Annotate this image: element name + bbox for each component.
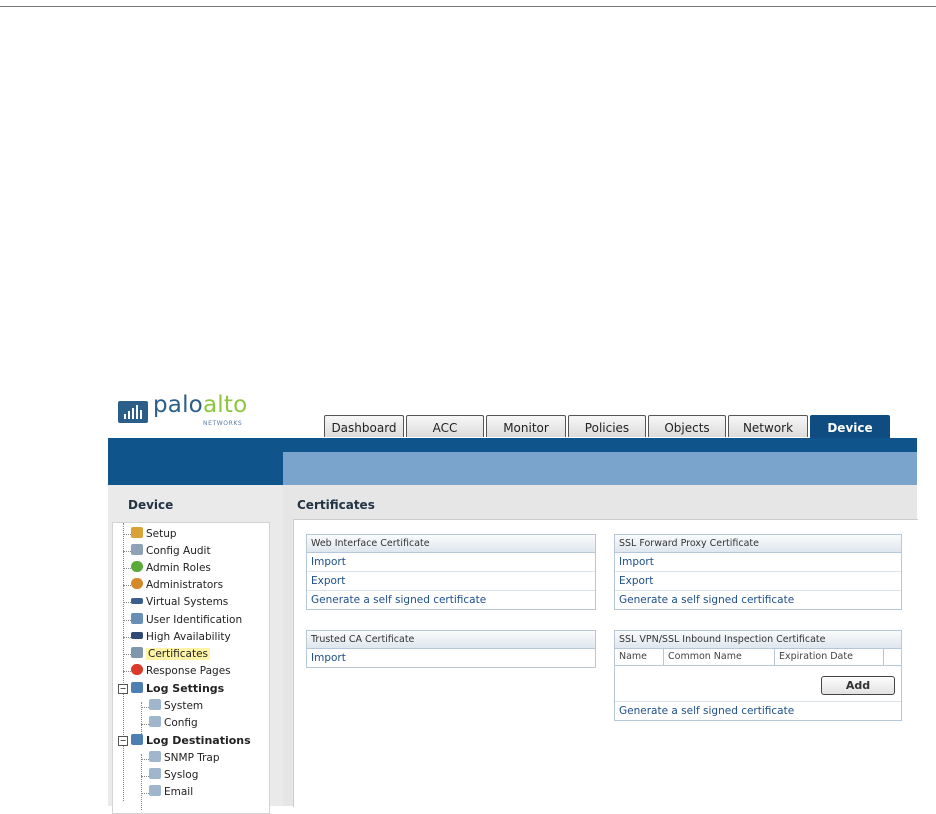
- sidebar-item-high-availability[interactable]: High Availability: [131, 629, 231, 646]
- column-expiration-date[interactable]: Expiration Date: [775, 649, 884, 665]
- log-icon: [149, 751, 161, 762]
- tab-network[interactable]: Network: [728, 415, 808, 437]
- web-interface-certificate-box: Web Interface Certificate Import Export …: [306, 534, 596, 610]
- collapse-log-destinations-icon[interactable]: −: [118, 736, 128, 746]
- tab-objects[interactable]: Objects: [648, 415, 726, 437]
- ssl-vpn-inbound-certificate-box: SSL VPN/SSL Inbound Inspection Certifica…: [614, 630, 902, 721]
- sidebar-item-config[interactable]: Config: [149, 715, 198, 732]
- certificates-icon: [131, 647, 143, 658]
- log-icon: [149, 785, 161, 796]
- page-title: Certificates: [297, 498, 375, 512]
- subheader-left: [108, 452, 283, 485]
- log-icon: [149, 699, 161, 710]
- add-button[interactable]: Add: [821, 676, 895, 695]
- tab-device[interactable]: Device: [810, 415, 890, 440]
- log-settings-icon: [131, 682, 143, 693]
- column-name[interactable]: Name: [615, 649, 664, 665]
- web-cert-import-link[interactable]: Import: [307, 553, 595, 572]
- tree-line: [123, 693, 125, 801]
- sidebar-item-email[interactable]: Email: [149, 784, 193, 801]
- sidebar-item-snmp-trap[interactable]: SNMP Trap: [149, 750, 220, 767]
- ssl-forward-proxy-certificate-box: SSL Forward Proxy Certificate Import Exp…: [614, 534, 902, 610]
- ssl-forward-export-link[interactable]: Export: [615, 572, 901, 591]
- main-panel: Certificates Web Interface Certificate I…: [283, 485, 918, 807]
- box-title: SSL Forward Proxy Certificate: [615, 535, 901, 553]
- sidebar-item-user-identification[interactable]: User Identification: [131, 612, 242, 629]
- admin-roles-icon: [131, 561, 143, 572]
- box-title: Web Interface Certificate: [307, 535, 595, 553]
- high-availability-icon: [131, 632, 143, 639]
- ssl-vpn-generate-link[interactable]: Generate a self signed certificate: [615, 701, 901, 720]
- ssl-forward-generate-link[interactable]: Generate a self signed certificate: [615, 591, 901, 609]
- log-destinations-icon: [131, 734, 143, 745]
- user-identification-icon: [131, 613, 143, 624]
- box-title: Trusted CA Certificate: [307, 631, 595, 649]
- tab-monitor[interactable]: Monitor: [486, 415, 566, 437]
- log-icon: [149, 768, 161, 779]
- logo-subtext: NETWORKS: [203, 420, 243, 427]
- sidebar-item-log-settings[interactable]: Log Settings: [131, 680, 224, 697]
- setup-icon: [131, 527, 143, 538]
- tab-policies[interactable]: Policies: [568, 415, 646, 437]
- ssl-forward-import-link[interactable]: Import: [615, 553, 901, 572]
- sidebar-item-admin-roles[interactable]: Admin Roles: [131, 560, 211, 577]
- trusted-ca-import-link[interactable]: Import: [307, 649, 595, 667]
- sidebar: Device Setup Config Audit Admin Roles Ad…: [108, 485, 283, 814]
- web-cert-generate-link[interactable]: Generate a self signed certificate: [307, 591, 595, 609]
- certificates-content: Web Interface Certificate Import Export …: [293, 519, 918, 807]
- sidebar-item-response-pages[interactable]: Response Pages: [131, 663, 231, 680]
- main-tabs: Dashboard ACC Monitor Policies Objects N…: [324, 415, 892, 440]
- sidebar-item-certificates[interactable]: Certificates: [131, 646, 211, 663]
- config-audit-icon: [131, 544, 143, 555]
- sidebar-item-log-destinations[interactable]: Log Destinations: [131, 732, 251, 749]
- log-icon: [149, 716, 161, 727]
- trusted-ca-certificate-box: Trusted CA Certificate Import: [306, 630, 596, 668]
- sidebar-item-system[interactable]: System: [149, 698, 203, 715]
- web-cert-export-link[interactable]: Export: [307, 572, 595, 591]
- top-rule: [0, 6, 936, 7]
- sidebar-item-virtual-systems[interactable]: Virtual Systems: [131, 594, 228, 611]
- subheader-bar: [283, 452, 917, 485]
- response-pages-icon: [131, 664, 143, 675]
- device-tree: Setup Config Audit Admin Roles Administr…: [112, 522, 270, 814]
- administrators-icon: [131, 578, 143, 589]
- sidebar-item-administrators[interactable]: Administrators: [131, 577, 223, 594]
- box-title: SSL VPN/SSL Inbound Inspection Certifica…: [615, 631, 901, 649]
- logo-icon: [118, 401, 148, 423]
- certificate-table-header: Name Common Name Expiration Date: [615, 649, 901, 666]
- sidebar-item-syslog[interactable]: Syslog: [149, 767, 198, 784]
- tree-line: [141, 754, 143, 810]
- virtual-systems-icon: [131, 598, 143, 604]
- sidebar-item-config-audit[interactable]: Config Audit: [131, 543, 211, 560]
- tree-line: [123, 523, 125, 693]
- collapse-log-settings-icon[interactable]: −: [118, 684, 128, 694]
- sidebar-title: Device: [128, 498, 174, 512]
- tab-dashboard[interactable]: Dashboard: [324, 415, 404, 437]
- column-common-name[interactable]: Common Name: [664, 649, 775, 665]
- sidebar-item-setup[interactable]: Setup: [131, 526, 177, 543]
- tab-acc[interactable]: ACC: [406, 415, 484, 437]
- logo-wordmark: paloalto: [153, 392, 248, 418]
